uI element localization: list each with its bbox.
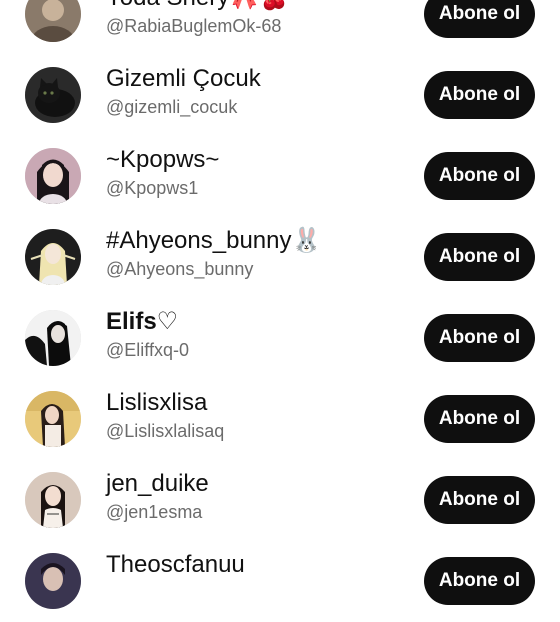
person-avatar[interactable] (25, 229, 81, 285)
channel-row[interactable]: ~Kpopws~ @Kpopws1 Abone ol (0, 136, 560, 217)
channel-row[interactable]: Yoda Shery🎀🍒 @RabiaBuglemOk-68 Abone ol (0, 0, 560, 55)
channel-handle: @gizemli_cocuk (106, 97, 238, 117)
subscribe-button[interactable]: Abone ol (424, 71, 535, 119)
subscribe-button[interactable]: Abone ol (424, 476, 535, 524)
channel-row[interactable]: #Ahyeons_bunny🐰 @Ahyeons_bunny Abone ol (0, 217, 560, 298)
channel-row[interactable]: Theoscfanuu Abone ol (0, 541, 560, 622)
channel-handle: @Lislisxlalisaq (106, 421, 225, 441)
channel-name[interactable]: Elifs♡ (106, 308, 178, 336)
person-avatar[interactable] (25, 553, 81, 609)
channel-name[interactable]: #Ahyeons_bunny🐰 (106, 227, 321, 255)
channel-handle: @Kpopws1 (106, 178, 199, 198)
channel-handle: @RabiaBuglemOk-68 (106, 16, 282, 36)
channel-list: Yoda Shery🎀🍒 @RabiaBuglemOk-68 Abone ol … (0, 0, 560, 622)
subscribe-button[interactable]: Abone ol (424, 557, 535, 605)
subscribe-button[interactable]: Abone ol (424, 233, 535, 281)
subscribe-button[interactable]: Abone ol (424, 0, 535, 38)
channel-name[interactable]: Theoscfanuu (106, 551, 245, 579)
subscribe-button[interactable]: Abone ol (424, 395, 535, 443)
channel-handle: @Eliffxq-0 (106, 340, 189, 360)
channel-row[interactable]: Lislisxlisa @Lislisxlalisaq Abone ol (0, 379, 560, 460)
channel-handle: @Ahyeons_bunny (106, 259, 254, 279)
channel-name[interactable]: Yoda Shery🎀🍒 (106, 0, 289, 12)
channel-row[interactable]: Gizemli Çocuk @gizemli_cocuk Abone ol (0, 55, 560, 136)
channel-row[interactable]: jen_duike @jen1esma Abone ol (0, 460, 560, 541)
person-avatar[interactable] (25, 472, 81, 528)
person-avatar[interactable] (25, 310, 81, 366)
channel-row[interactable]: Elifs♡ @Eliffxq-0 Abone ol (0, 298, 560, 379)
avatar[interactable] (25, 0, 81, 42)
black-cat-avatar[interactable] (25, 67, 81, 123)
person-avatar[interactable] (25, 148, 81, 204)
channel-handle: @jen1esma (106, 502, 203, 522)
channel-name[interactable]: Gizemli Çocuk (106, 65, 261, 93)
subscribe-button[interactable]: Abone ol (424, 314, 535, 362)
channel-name[interactable]: Lislisxlisa (106, 389, 207, 417)
person-avatar[interactable] (25, 391, 81, 447)
channel-name[interactable]: jen_duike (106, 470, 209, 498)
channel-name[interactable]: ~Kpopws~ (106, 146, 219, 174)
subscribe-button[interactable]: Abone ol (424, 152, 535, 200)
